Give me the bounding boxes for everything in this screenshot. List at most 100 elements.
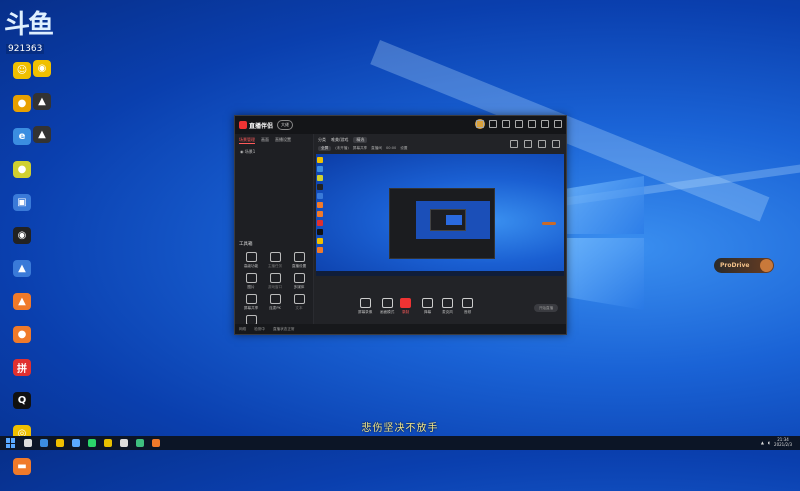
app-shortcut-icon: ▲ <box>33 93 51 110</box>
tool-item[interactable]: 连麦PK <box>263 294 287 311</box>
menu-icon[interactable] <box>515 120 523 128</box>
tool-item[interactable]: 游戏窗口 <box>263 273 287 290</box>
control-button[interactable]: 音频 <box>462 298 473 315</box>
status-item: 直播状态正常 <box>272 326 295 331</box>
stream-info-item: 直播间 <box>371 146 382 150</box>
douyu-desktop-logo[interactable]: 斗鱼 921363 <box>4 4 64 56</box>
desktop-icon[interactable]: ▲ <box>22 126 62 157</box>
taskbar-app-icon[interactable] <box>56 439 64 447</box>
control-label: 屏幕录像 <box>358 310 373 314</box>
lock-icon[interactable] <box>489 120 497 128</box>
window-controls <box>476 120 562 128</box>
tool-icon <box>293 294 305 304</box>
desktop-icon[interactable]: 拼 <box>2 359 42 390</box>
tab-scene[interactable]: 场景管理 <box>239 137 255 144</box>
clock[interactable]: 21:34 2021/2/3 <box>774 437 792 447</box>
control-button[interactable]: 麦克风 <box>442 298 453 315</box>
live-companion-window[interactable]: 直播伴侣 大佬 场景管理 画面 直播设置 ◉ 场景1 工具箱 高级功能 主播任务直… <box>234 115 567 335</box>
taskbar-apps <box>16 439 160 447</box>
desktop-icon[interactable]: ▲ <box>22 93 62 124</box>
tool-icon <box>245 273 257 283</box>
desktop-icon[interactable]: ● <box>2 326 42 357</box>
tab-picture[interactable]: 画面 <box>261 137 269 144</box>
mail-icon[interactable] <box>476 120 484 128</box>
minimize-icon[interactable] <box>528 120 536 128</box>
title-bar[interactable]: 直播伴侣 大佬 <box>235 116 566 134</box>
tool-label: 屏幕共享 <box>243 306 259 310</box>
toolbox-title: 工具箱 <box>239 242 253 247</box>
tool-item[interactable]: 屏幕共享 <box>239 294 263 311</box>
maximize-icon[interactable] <box>541 120 549 128</box>
tool-item[interactable]: 高级功能 <box>239 252 263 269</box>
control-label: 录制 <box>401 310 410 314</box>
start-button-icon[interactable] <box>6 438 16 448</box>
control-label: 音频 <box>463 310 472 314</box>
tool-item[interactable]: 直播设置 <box>287 252 311 269</box>
desktop-icon[interactable]: ◉ <box>2 227 42 258</box>
scene-item[interactable]: ◉ 场景1 <box>235 147 313 157</box>
app-shortcut-icon: ● <box>13 326 31 343</box>
tool-label: 连麦PK <box>269 306 281 310</box>
stream-info-item: 00:00 <box>385 146 397 150</box>
tool-item[interactable]: 文本 <box>287 294 311 311</box>
desktop-icon[interactable]: ▬ <box>2 458 42 489</box>
status-bar: 网络 检测中 直播状态正常 <box>235 324 566 334</box>
desktop-icon[interactable]: ▲ <box>2 293 42 324</box>
tab-featured[interactable]: 精选 <box>353 137 368 143</box>
tool-label: 主播任务 <box>267 264 283 268</box>
gear-icon[interactable] <box>502 120 510 128</box>
close-icon[interactable] <box>554 120 562 128</box>
control-button[interactable]: 弹幕 <box>422 298 433 315</box>
app-shortcut-icon: ▣ <box>13 194 31 211</box>
prodrive-widget[interactable]: ProDrive <box>714 258 774 273</box>
taskbar-app-icon[interactable] <box>136 439 144 447</box>
desktop-icon[interactable]: Q <box>2 392 42 423</box>
start-live-button[interactable]: 开始直播 <box>534 304 558 312</box>
share-icon[interactable] <box>510 140 518 148</box>
taskbar-app-icon[interactable] <box>24 439 32 447</box>
taskbar-app-icon[interactable] <box>72 439 80 447</box>
app-shortcut-icon: ● <box>13 161 31 178</box>
control-icon <box>442 298 453 308</box>
desktop-icon[interactable]: ▲ <box>2 260 42 291</box>
taskbar-app-icon[interactable] <box>152 439 160 447</box>
desktop-icon[interactable]: ◉ <box>22 60 62 91</box>
control-icon <box>381 298 393 308</box>
tool-item[interactable]: 多媒体 <box>287 273 311 290</box>
control-button[interactable]: 录制 <box>400 298 411 315</box>
user-badge[interactable]: 大佬 <box>277 120 294 130</box>
tool-label: 高级功能 <box>243 264 259 268</box>
eye-icon[interactable]: ◉ <box>240 149 244 154</box>
volume-icon[interactable]: ◖ <box>768 440 770 445</box>
desktop-icon[interactable]: ▣ <box>2 194 42 225</box>
tool-item[interactable]: 图片 <box>239 273 263 290</box>
control-button[interactable]: 屏幕录像 <box>358 298 372 315</box>
tab-category[interactable]: 分类 <box>318 137 326 143</box>
tool-item[interactable]: 主播任务 <box>263 252 287 269</box>
control-button[interactable]: 画面模式 <box>380 298 394 315</box>
clock-date: 2021/2/3 <box>774 442 792 447</box>
toolbox-grid: 高级功能主播任务直播设置图片游戏窗口多媒体屏幕共享连麦PK文本工作一览 <box>239 252 311 332</box>
taskbar-app-icon[interactable] <box>88 439 96 447</box>
prodrive-label: ProDrive <box>720 262 750 269</box>
control-icon <box>422 298 433 308</box>
stream-info-item[interactable]: 全屏 <box>318 146 332 151</box>
taskbar-app-icon[interactable] <box>104 439 112 447</box>
taskbar-app-icon[interactable] <box>40 439 48 447</box>
tool-label: 游戏窗口 <box>267 285 283 289</box>
main-panel: 分类 唯美/游戏 精选 全屏 (未开播) 屏幕共享 直播间 00:00 设置 开… <box>314 134 566 324</box>
desktop-icon[interactable]: ● <box>2 161 42 192</box>
settings-icon[interactable] <box>552 140 560 148</box>
control-icon <box>462 298 473 308</box>
tab-beauty-game[interactable]: 唯美/游戏 <box>331 137 348 143</box>
taskbar-app-icon[interactable] <box>120 439 128 447</box>
tab-live-settings[interactable]: 直播设置 <box>275 137 291 144</box>
fullscreen-icon[interactable] <box>538 140 546 148</box>
stream-info-item: (未开播) <box>335 146 349 150</box>
network-icon[interactable]: ▲ <box>761 440 764 445</box>
camera-icon[interactable] <box>524 140 532 148</box>
stream-preview[interactable] <box>316 154 564 276</box>
app-title: 直播伴侣 <box>249 122 274 130</box>
tool-icon <box>269 252 281 262</box>
desktop-icons-col2: ◉ ▲ ▲ <box>22 60 62 159</box>
